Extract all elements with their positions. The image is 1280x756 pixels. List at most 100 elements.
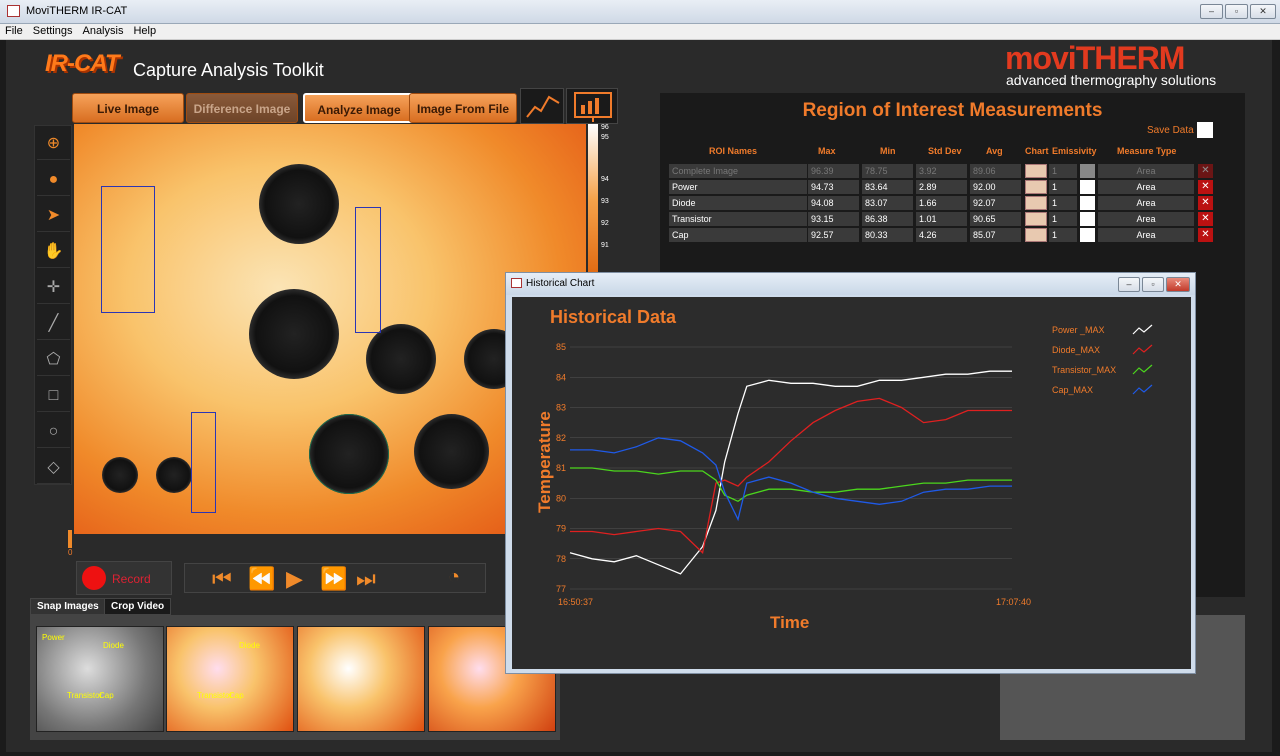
roi-cell-min: 78.75 — [862, 164, 913, 178]
roi-title: Region of Interest Measurements — [802, 100, 1103, 121]
diamond-roi-icon[interactable]: ◇ — [37, 452, 70, 484]
temperature-scale — [588, 124, 598, 274]
rewind-icon[interactable]: ⏪ — [248, 566, 275, 592]
menu-help[interactable]: Help — [128, 24, 161, 38]
delete-roi-icon[interactable]: ✕ — [1198, 196, 1213, 210]
roi-measure-type[interactable]: Area — [1098, 180, 1194, 194]
legend-swatch — [1132, 344, 1153, 355]
y-tick-label: 83 — [556, 403, 566, 413]
rectangle-roi-icon[interactable]: □ — [37, 380, 70, 412]
roi-power-box[interactable] — [101, 186, 155, 313]
tab-difference-image[interactable]: Difference Image — [186, 93, 298, 123]
line-chart-icon[interactable] — [520, 88, 564, 124]
roi-checkbox[interactable] — [1080, 228, 1095, 242]
delete-roi-icon[interactable]: ✕ — [1198, 180, 1213, 194]
legend-item: Cap_MAX — [1052, 383, 1182, 399]
hist-maximize-button[interactable]: ▫ — [1142, 277, 1164, 292]
tab-crop-video[interactable]: Crop Video — [104, 598, 172, 615]
menu-file[interactable]: File — [0, 24, 28, 38]
col-max: Max — [818, 146, 836, 156]
window-title: MoviTHERM IR-CAT — [26, 5, 128, 17]
snapshot-thumb[interactable]: Power Diode Transistor Cap — [36, 626, 164, 732]
delete-roi-icon[interactable]: ✕ — [1198, 164, 1213, 178]
hist-app-icon — [511, 278, 522, 288]
roi-measure-type[interactable]: Area — [1098, 164, 1194, 178]
hist-minimize-button[interactable]: – — [1118, 277, 1140, 292]
hand-pan-icon[interactable]: ✋ — [37, 236, 70, 268]
roi-chart-icon[interactable] — [1025, 180, 1047, 194]
col-roi-names: ROI Names — [709, 146, 758, 156]
skip-start-icon[interactable]: ⏮ — [212, 566, 232, 592]
point-roi-icon[interactable]: ✛ — [37, 272, 70, 304]
roi-cell-std: 1.66 — [916, 196, 967, 210]
roi-transistor-box[interactable] — [191, 412, 216, 513]
roi-chart-icon[interactable] — [1025, 228, 1047, 242]
roi-cell-min: 80.33 — [862, 228, 913, 242]
roi-checkbox[interactable] — [1080, 164, 1095, 178]
skip-end-icon[interactable]: ⏭ — [356, 566, 376, 592]
roi-cap-circle[interactable] — [309, 414, 389, 494]
series-line-2 — [570, 467, 1012, 503]
speed-gauge-icon[interactable]: ◔ — [448, 566, 460, 589]
roi-cell-max: 96.39 — [808, 164, 859, 178]
line-roi-icon[interactable]: ╱ — [37, 308, 70, 340]
hist-close-button[interactable]: ✕ — [1166, 277, 1190, 292]
scale-tick: 92 — [601, 220, 609, 227]
polygon-roi-icon[interactable]: ⬠ — [37, 344, 70, 376]
frame-slider-handle[interactable] — [68, 530, 72, 548]
hist-title-bar: Historical Chart – ▫ ✕ — [506, 273, 1195, 295]
app-subtitle: Capture Analysis Toolkit — [133, 60, 324, 80]
roi-cell-avg: 90.65 — [970, 212, 1021, 226]
tab-live-image[interactable]: Live Image — [72, 93, 184, 123]
legend-swatch — [1132, 364, 1153, 375]
roi-measure-type[interactable]: Area — [1098, 212, 1194, 226]
roi-diode-box[interactable] — [355, 207, 381, 333]
legend-item: Diode_MAX — [1052, 343, 1182, 359]
roi-chart-icon[interactable] — [1025, 164, 1047, 178]
monitor-chart-icon[interactable] — [566, 88, 618, 124]
delete-roi-icon[interactable]: ✕ — [1198, 212, 1213, 226]
roi-checkbox[interactable] — [1080, 212, 1095, 226]
tab-image-from-file[interactable]: Image From File — [409, 93, 517, 123]
roi-chart-icon[interactable] — [1025, 196, 1047, 210]
pointer-icon[interactable]: ➤ — [37, 200, 70, 232]
roi-checkbox[interactable] — [1080, 180, 1095, 194]
scale-tick: 91 — [601, 242, 609, 249]
maximize-button[interactable]: ▫ — [1225, 4, 1248, 19]
roi-emissivity-value[interactable]: 1 — [1049, 180, 1077, 194]
zoom-in-icon[interactable]: ⊕ — [37, 128, 70, 160]
tab-analyze-image[interactable]: Analyze Image — [303, 93, 415, 123]
legend-label: Transistor_MAX — [1052, 365, 1117, 375]
roi-emissivity-value[interactable]: 1 — [1049, 196, 1077, 210]
roi-chart-icon[interactable] — [1025, 212, 1047, 226]
tab-snap-images[interactable]: Snap Images — [30, 598, 106, 615]
menu-analysis[interactable]: Analysis — [77, 24, 128, 38]
fast-forward-icon[interactable]: ⏩ — [320, 566, 347, 592]
roi-emissivity-value[interactable]: 1 — [1049, 212, 1077, 226]
minimize-button[interactable]: – — [1200, 4, 1223, 19]
roi-checkbox[interactable] — [1080, 196, 1095, 210]
hist-window-title: Historical Chart — [526, 278, 595, 289]
legend-swatch — [1132, 324, 1153, 335]
save-data-checkbox[interactable] — [1197, 122, 1213, 138]
roi-measure-type[interactable]: Area — [1098, 228, 1194, 242]
snapshot-thumb[interactable]: Diode Transistor Cap — [166, 626, 294, 732]
play-icon[interactable]: ▶ — [286, 566, 303, 592]
historical-chart-window: Historical Chart – ▫ ✕ Historical Data T… — [505, 272, 1196, 674]
title-bar: MoviTHERM IR-CAT – ▫ ✕ — [0, 0, 1280, 24]
roi-cell-max: 92.57 — [808, 228, 859, 242]
snapshot-thumb[interactable] — [297, 626, 425, 732]
legend-item: Transistor_MAX — [1052, 363, 1182, 379]
circle-roi-icon[interactable]: ○ — [37, 416, 70, 448]
roi-emissivity-value[interactable]: 1 — [1049, 228, 1077, 242]
scale-tick: 96 — [601, 124, 609, 131]
roi-measure-type[interactable]: Area — [1098, 196, 1194, 210]
delete-roi-icon[interactable]: ✕ — [1198, 228, 1213, 242]
col-chart: Chart — [1025, 146, 1049, 156]
zoom-actual-icon[interactable]: ● — [37, 164, 70, 196]
roi-cell-min: 86.38 — [862, 212, 913, 226]
close-button[interactable]: ✕ — [1250, 4, 1276, 19]
roi-emissivity-value[interactable]: 1 — [1049, 164, 1077, 178]
menu-settings[interactable]: Settings — [28, 24, 78, 38]
app-icon — [7, 5, 20, 17]
